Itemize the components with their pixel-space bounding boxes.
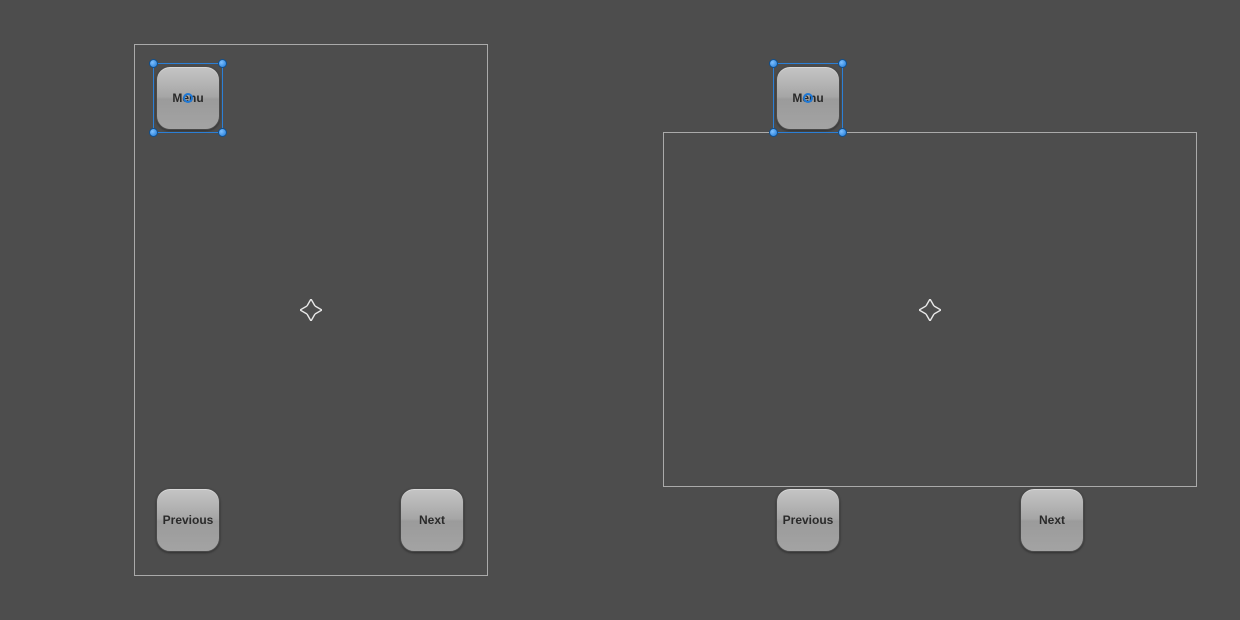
landscape-frame[interactable] [663,132,1197,487]
button-label: Previous [783,513,834,527]
button-label: Next [419,513,445,527]
previous-button[interactable]: Previous [776,488,840,552]
next-button[interactable]: Next [400,488,464,552]
menu-button[interactable]: Menu [156,66,220,130]
menu-button[interactable]: Menu [776,66,840,130]
button-label: Menu [172,91,203,105]
previous-button[interactable]: Previous [156,488,220,552]
anchor-icon [919,299,941,321]
resize-handle-tr[interactable] [838,59,847,68]
button-label: Next [1039,513,1065,527]
anchor-icon [300,299,322,321]
button-label: Previous [163,513,214,527]
resize-handle-tl[interactable] [769,59,778,68]
button-label: Menu [792,91,823,105]
next-button[interactable]: Next [1020,488,1084,552]
